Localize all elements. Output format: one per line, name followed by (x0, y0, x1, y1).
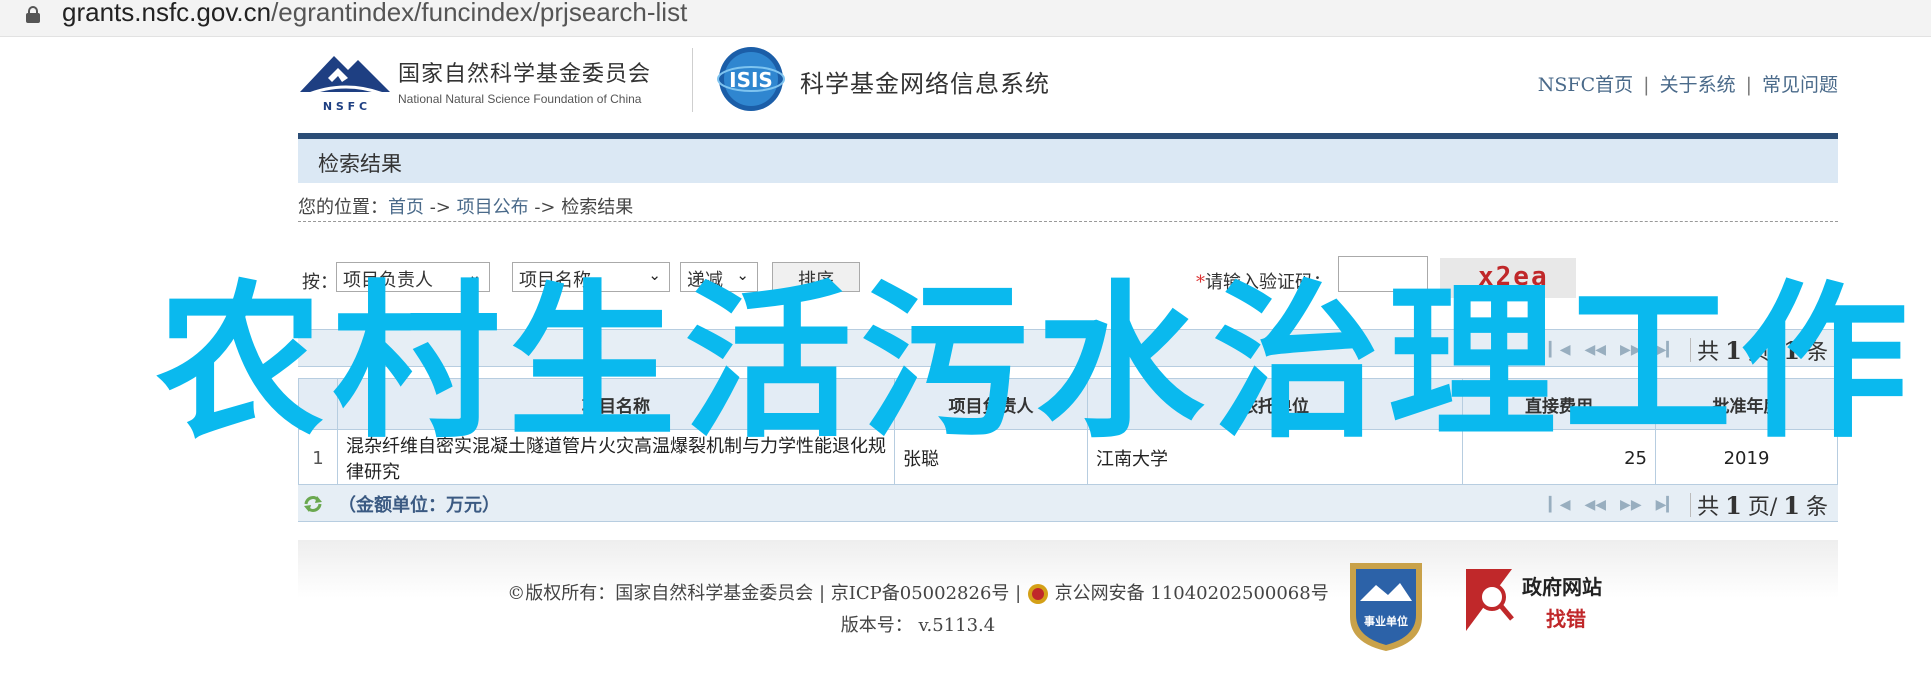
last-page-icon[interactable]: ▶▎ (1656, 497, 1678, 513)
section-title-bar: 检索结果 (298, 139, 1838, 183)
version-number: v.5113.4 (918, 615, 996, 636)
svg-text:N S F C: N S F C (323, 100, 367, 113)
svg-text:ISIS: ISIS (729, 68, 773, 92)
svg-text:事业单位: 事业单位 (1364, 614, 1408, 628)
first-page-icon[interactable]: ▎◀ (1549, 342, 1571, 358)
url-text: grants.nsfc.gov.cn/egrantindex/funcindex… (62, 0, 688, 27)
row-index: 1 (298, 429, 338, 487)
row-leader: 张聪 (894, 429, 1088, 487)
col-org[interactable]: 依托单位 (1087, 378, 1463, 430)
sort-field-2-select[interactable]: 项目名称 ⌄ (512, 262, 670, 292)
row-org: 江南大学 (1087, 429, 1463, 487)
nsfc-name: 国家自然科学基金委员会 National Natural Science Fou… (398, 56, 651, 106)
nsfc-name-en: National Natural Science Foundation of C… (398, 92, 642, 106)
police-record[interactable]: 京公网安备 11040202500068号 (1055, 583, 1329, 604)
chevron-down-icon: ⌄ (648, 266, 661, 284)
pager: ▎◀ ◀◀ ▶▶ ▶▎ 共 1 页/1 条 (1548, 335, 1828, 366)
nsfc-name-cn: 国家自然科学基金委员会 (398, 62, 652, 87)
next-page-icon[interactable]: ▶▶ (1620, 497, 1642, 513)
last-page-icon[interactable]: ▶▎ (1656, 342, 1678, 358)
footer-copyright-line: ©版权所有：国家自然科学基金委员会 | 京ICP备05002826号 | 京公网… (478, 578, 1358, 610)
public-institution-badge-icon[interactable]: 事业单位 (1346, 557, 1426, 653)
row-cost: 25 (1462, 429, 1656, 487)
row-year: 2019 (1655, 429, 1838, 487)
copyright-text: ©版权所有：国家自然科学基金委员会 | 京ICP备05002826号 | (507, 583, 1022, 604)
sort-field-1-select[interactable]: 项目负责人 ⌄ (336, 262, 490, 292)
col-leader[interactable]: 项目负责人 (894, 378, 1088, 430)
address-bar[interactable]: grants.nsfc.gov.cn/egrantindex/funcindex… (0, 0, 1931, 37)
site-header: N S F C 国家自然科学基金委员会 National Natural Sci… (298, 40, 1838, 130)
captcha-image[interactable]: x2ea (1440, 258, 1576, 298)
nav-about-system[interactable]: 关于系统 (1660, 74, 1736, 96)
section-title: 检索结果 (318, 152, 402, 176)
first-page-icon[interactable]: ▎◀ (1549, 497, 1571, 513)
header-divider (692, 48, 693, 112)
chevron-down-icon: ⌄ (468, 266, 481, 284)
breadcrumb: 您的位置：首页 -> 项目公布 -> 检索结果 (298, 193, 1838, 222)
breadcrumb-prefix: 您的位置： (298, 197, 388, 218)
nsfc-logo-icon: N S F C (300, 56, 390, 113)
prev-page-icon[interactable]: ◀◀ (1585, 497, 1607, 513)
refresh-icon[interactable] (302, 493, 324, 515)
col-project-name[interactable]: 项目名称 (337, 378, 895, 430)
lock-icon (26, 6, 40, 23)
top-nav: NSFC首页 | 关于系统 | 常见问题 (1537, 74, 1838, 96)
footer-text: ©版权所有：国家自然科学基金委员会 | 京ICP备05002826号 | 京公网… (478, 578, 1358, 642)
results-table: 项目名称 项目负责人 依托单位 直接费用 批准年度 1 混杂纤维自密实混凝土隧道… (298, 378, 1838, 487)
sort-button[interactable]: 排序 (772, 262, 860, 292)
col-index (298, 378, 338, 430)
next-page-icon[interactable]: ▶▶ (1620, 342, 1642, 358)
magnifier-icon (1466, 569, 1514, 631)
nav-nsfc-home[interactable]: NSFC首页 (1538, 74, 1633, 96)
table-header-row: 项目名称 项目负责人 依托单位 直接费用 批准年度 (298, 378, 1838, 430)
captcha-label: *请输入验证码： (1196, 272, 1331, 293)
sort-order-select[interactable]: 递减 ⌄ (680, 262, 758, 292)
chevron-down-icon: ⌄ (736, 266, 749, 284)
system-name: 科学基金网络信息系统 (800, 70, 1050, 98)
breadcrumb-home[interactable]: 首页 (388, 197, 424, 218)
nav-faq[interactable]: 常见问题 (1762, 74, 1838, 96)
table-row[interactable]: 1 混杂纤维自密实混凝土隧道管片火灾高温爆裂机制与力学性能退化规律研究 张聪 江… (298, 429, 1838, 487)
col-year[interactable]: 批准年度 (1655, 378, 1838, 430)
sort-label: 按： (302, 272, 338, 293)
pager-bottom: （金额单位：万元） ▎◀ ◀◀ ▶▶ ▶▎ 共 1 页/1 条 (298, 484, 1838, 522)
isis-logo-icon: ISIS (717, 47, 785, 111)
gov-site-error-report[interactable]: 政府网站 找错 (1462, 565, 1622, 635)
police-emblem-icon (1027, 584, 1048, 604)
row-project-name[interactable]: 混杂纤维自密实混凝土隧道管片火灾高温爆裂机制与力学性能退化规律研究 (337, 429, 895, 487)
breadcrumb-project-publish[interactable]: 项目公布 (457, 197, 529, 218)
amount-unit-note: （金额单位：万元） (302, 491, 500, 517)
col-cost[interactable]: 直接费用 (1462, 378, 1656, 430)
prev-page-icon[interactable]: ◀◀ (1585, 342, 1607, 358)
captcha-input[interactable] (1338, 256, 1428, 292)
sort-filter-row: 按： 项目负责人 ⌄ 项目名称 ⌄ 递减 ⌄ 排序 *请输入验证码： x2ea (298, 256, 1838, 298)
breadcrumb-current: 检索结果 (561, 197, 634, 218)
pager: ▎◀ ◀◀ ▶▶ ▶▎ 共 1 页/1 条 (1548, 490, 1828, 521)
pager-top: ▎◀ ◀◀ ▶▶ ▶▎ 共 1 页/1 条 (298, 329, 1838, 367)
footer-version-line: 版本号： v.5113.4 (840, 615, 996, 636)
